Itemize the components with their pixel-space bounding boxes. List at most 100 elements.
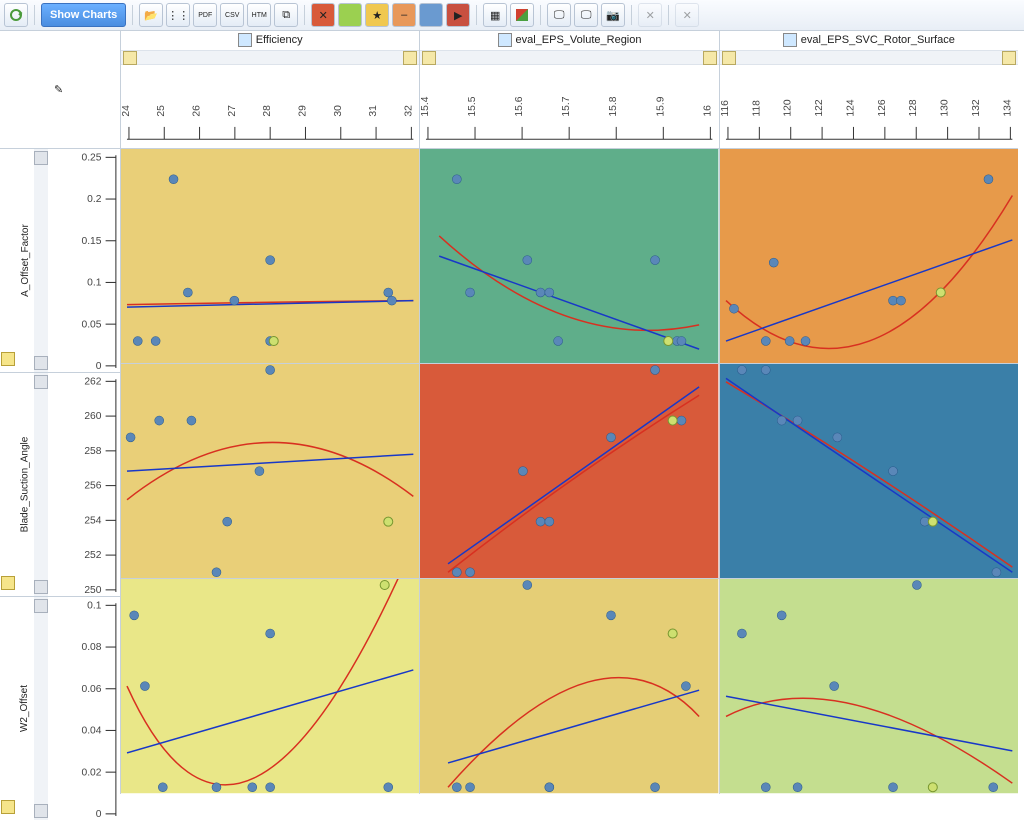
svg-text:116: 116 <box>720 100 731 117</box>
svg-text:0.25: 0.25 <box>81 152 101 163</box>
scatter-cell-3[interactable] <box>120 363 419 578</box>
svg-text:130: 130 <box>939 99 950 117</box>
scatter-cell-7[interactable] <box>419 578 718 793</box>
row-range-slider[interactable] <box>34 597 48 820</box>
flag-red-icon[interactable]: ✕ <box>311 3 335 27</box>
svg-text:126: 126 <box>877 99 888 117</box>
close1-icon[interactable]: ✕ <box>638 3 662 27</box>
svg-text:31: 31 <box>368 105 379 117</box>
svg-text:254: 254 <box>84 516 101 527</box>
tag-red-icon[interactable]: ▶ <box>446 3 470 27</box>
svg-text:0.1: 0.1 <box>87 278 102 289</box>
row-axis: 250252254256258260262 <box>48 373 120 596</box>
svg-text:0: 0 <box>96 361 102 372</box>
scatter-cell-0[interactable] <box>120 148 419 363</box>
svg-text:122: 122 <box>814 99 825 117</box>
camera-icon[interactable]: 📷 <box>601 3 625 27</box>
row-range-slider[interactable] <box>34 373 48 596</box>
star-icon[interactable]: ★ <box>365 3 389 27</box>
svg-text:15.5: 15.5 <box>468 97 479 117</box>
col-range-slider[interactable] <box>720 51 1018 65</box>
scatter-cell-1[interactable] <box>419 148 718 363</box>
svg-text:29: 29 <box>298 105 309 117</box>
row-label: W2_Offset <box>20 685 31 732</box>
svg-text:262: 262 <box>84 377 101 388</box>
svg-text:32: 32 <box>404 105 415 117</box>
tag-blue-icon[interactable] <box>419 3 443 27</box>
folder-open-icon[interactable]: 📂 <box>139 3 163 27</box>
svg-text:134: 134 <box>1002 99 1013 117</box>
chart-type-icon <box>1 352 15 366</box>
chart-type-icon <box>783 33 797 47</box>
svg-text:250: 250 <box>84 585 101 596</box>
chart-type-icon <box>238 33 252 47</box>
svg-text:124: 124 <box>845 99 856 117</box>
copy-icon[interactable]: ⧉ <box>274 3 298 27</box>
screen1-icon[interactable]: 🖵 <box>547 3 571 27</box>
chart-type-icon <box>498 33 512 47</box>
svg-text:15.4: 15.4 <box>420 97 431 117</box>
svg-text:120: 120 <box>783 99 794 117</box>
scatter-cell-4[interactable] <box>419 363 718 578</box>
row-label: A_Offset_Factor <box>20 224 31 297</box>
csv-export-icon[interactable]: CSV <box>220 3 244 27</box>
svg-text:15.7: 15.7 <box>562 97 573 117</box>
svg-text:0.1: 0.1 <box>87 601 102 612</box>
svg-text:0.02: 0.02 <box>81 767 101 778</box>
svg-text:0.06: 0.06 <box>81 684 101 695</box>
svg-text:0.2: 0.2 <box>87 194 102 205</box>
close2-icon[interactable]: ✕ <box>675 3 699 27</box>
corner-cell: ✎ <box>0 30 120 148</box>
svg-text:24: 24 <box>121 105 132 117</box>
svg-text:260: 260 <box>84 411 101 422</box>
row-axis: 00.020.040.060.080.1 <box>48 597 120 820</box>
svg-text:28: 28 <box>262 105 273 117</box>
refresh-button[interactable] <box>4 3 28 27</box>
row-label: Blade_Suction_Angle <box>20 437 31 533</box>
svg-text:25: 25 <box>156 105 167 117</box>
svg-text:118: 118 <box>751 100 762 117</box>
svg-text:0.08: 0.08 <box>81 642 101 653</box>
scatter-cell-8[interactable] <box>719 578 1018 793</box>
toolbar: Show Charts 📂 ⋮⋮ PDF CSV HTM ⧉ ✕ ★ – ▶ ▦… <box>0 0 1024 31</box>
svg-text:15.9: 15.9 <box>656 97 667 117</box>
col-label: Efficiency <box>256 34 303 46</box>
svg-text:0: 0 <box>96 809 102 820</box>
svg-text:258: 258 <box>84 446 101 457</box>
show-charts-button[interactable]: Show Charts <box>41 3 126 27</box>
col-label: eval_EPS_SVC_Rotor_Surface <box>801 34 955 46</box>
svg-text:30: 30 <box>333 105 344 117</box>
svg-text:256: 256 <box>84 481 101 492</box>
scatter-matrix: ✎ Efficiency 24 25 26 27 28 29 30 31 32 eval_EPS_… <box>0 30 1024 797</box>
svg-text:15.6: 15.6 <box>515 97 526 117</box>
svg-text:26: 26 <box>192 105 203 117</box>
overlay-icon[interactable] <box>510 3 534 27</box>
scatter-cell-2[interactable] <box>719 148 1018 363</box>
pdf-export-icon[interactable]: PDF <box>193 3 217 27</box>
col-header-0: Efficiency 24 25 26 27 28 29 30 31 32 <box>120 30 419 148</box>
col-axis: 116 118 120 122 124 126 128 130 132 134 <box>720 65 1018 148</box>
row-range-slider[interactable] <box>34 149 48 372</box>
scatter-icon[interactable]: ⋮⋮ <box>166 3 190 27</box>
htm-export-icon[interactable]: HTM <box>247 3 271 27</box>
col-range-slider[interactable] <box>420 51 718 65</box>
svg-text:16: 16 <box>703 105 714 117</box>
edit-icon[interactable]: ✎ <box>54 83 66 95</box>
col-header-2: eval_EPS_SVC_Rotor_Surface 1161181201221… <box>719 30 1018 148</box>
flag-green-icon[interactable] <box>338 3 362 27</box>
col-header-1: eval_EPS_Volute_Region 15.415.515.615.71… <box>419 30 718 148</box>
svg-text:128: 128 <box>908 99 919 117</box>
svg-text:15.8: 15.8 <box>609 97 620 117</box>
minus-icon[interactable]: – <box>392 3 416 27</box>
svg-text:27: 27 <box>227 105 238 117</box>
scatter-cell-6[interactable] <box>120 578 419 793</box>
col-axis: 15.4 15.5 15.6 15.7 15.8 15.9 16 <box>420 65 718 148</box>
col-range-slider[interactable] <box>121 51 419 65</box>
chart-type-icon <box>1 800 15 814</box>
grid-icon[interactable]: ▦ <box>483 3 507 27</box>
col-label: eval_EPS_Volute_Region <box>516 34 642 46</box>
svg-text:132: 132 <box>971 99 982 117</box>
row-header-1: Blade_Suction_Angle 25025225425625826026… <box>0 372 120 596</box>
scatter-cell-5[interactable] <box>719 363 1018 578</box>
screen2-icon[interactable]: 🖵 <box>574 3 598 27</box>
